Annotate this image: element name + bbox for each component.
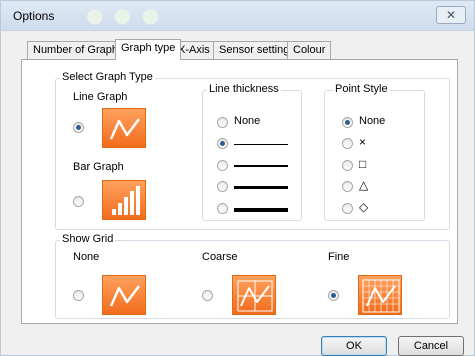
grid-coarse-icon[interactable] (232, 275, 276, 315)
cancel-button[interactable]: Cancel (398, 336, 464, 356)
point-style-none-radio[interactable] (342, 117, 353, 128)
bar-graph-radio[interactable] (73, 196, 84, 207)
cross-icon: × (359, 135, 367, 149)
grid-fine-label: Fine (328, 251, 350, 263)
grid-fine-icon[interactable] (358, 275, 402, 315)
ok-button[interactable]: OK (321, 336, 387, 356)
line-graph-radio[interactable] (73, 122, 84, 133)
line-thickness-2-sample (234, 165, 288, 167)
point-style-group: Point Style None × □ △ ◇ (324, 83, 425, 221)
show-grid-group: Show Grid None Coarse Fine (55, 233, 450, 319)
point-style-diamond-radio[interactable] (342, 203, 353, 214)
window-title: Options (13, 9, 55, 23)
line-thickness-2-radio[interactable] (217, 160, 228, 171)
tab-panel-graph-type: Select Graph Type Line Graph Bar Graph L… (21, 59, 458, 324)
line-graph-label: Line Graph (73, 91, 128, 103)
line-thickness-label: Line thickness (207, 83, 281, 95)
square-icon: □ (359, 157, 367, 171)
line-thickness-1-radio[interactable] (217, 138, 228, 149)
grid-none-radio[interactable] (73, 290, 84, 301)
bar-graph-icon[interactable] (102, 180, 146, 220)
tab-graph-type[interactable]: Graph type (115, 39, 182, 60)
select-graph-type-group: Select Graph Type Line Graph Bar Graph L… (55, 71, 450, 230)
line-thickness-1-sample (234, 144, 288, 145)
line-thickness-4-sample (234, 208, 288, 212)
diamond-icon: ◇ (359, 200, 369, 214)
grid-none-icon[interactable] (102, 275, 146, 315)
line-graph-icon[interactable] (102, 108, 146, 148)
grid-fine-radio[interactable] (328, 290, 339, 301)
line-thickness-4-radio[interactable] (217, 203, 228, 214)
close-button[interactable]: ✕ (436, 6, 466, 24)
title-bar-decoration: ● ● ● (86, 3, 162, 27)
triangle-icon: △ (359, 178, 369, 192)
grid-none-label: None (73, 251, 100, 263)
title-bar[interactable]: Options ● ● ● ✕ (1, 1, 474, 31)
select-graph-type-label: Select Graph Type (60, 71, 155, 83)
point-style-triangle-radio[interactable] (342, 181, 353, 192)
point-style-none-label: None (359, 115, 386, 127)
tab-colour[interactable]: Colour (287, 41, 332, 59)
grid-coarse-radio[interactable] (202, 290, 213, 301)
grid-coarse-label: Coarse (202, 251, 238, 263)
options-dialog: Options ● ● ● ✕ Number of Graphs Graph t… (0, 0, 475, 356)
line-thickness-none-radio[interactable] (217, 117, 228, 128)
point-style-label: Point Style (333, 83, 390, 95)
line-thickness-none-label: None (234, 115, 261, 127)
line-thickness-3-sample (234, 186, 288, 189)
point-style-cross-radio[interactable] (342, 138, 353, 149)
line-thickness-group: Line thickness None (202, 83, 302, 221)
point-style-square-radio[interactable] (342, 160, 353, 171)
bar-graph-label: Bar Graph (73, 161, 124, 173)
show-grid-label: Show Grid (60, 233, 116, 245)
line-thickness-3-radio[interactable] (217, 181, 228, 192)
